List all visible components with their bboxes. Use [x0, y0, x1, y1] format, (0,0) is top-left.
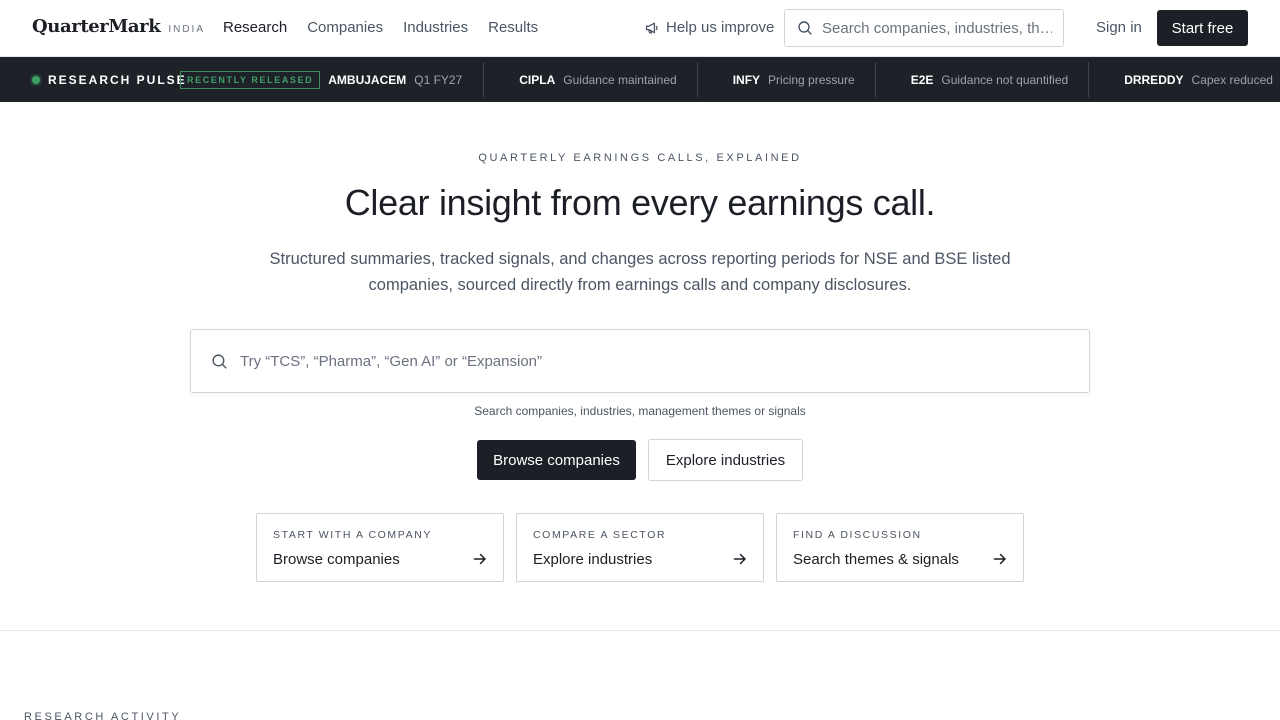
ticker-symbol: CIPLA: [519, 72, 556, 87]
hero-headline: Clear insight from every earnings call.: [344, 182, 936, 223]
card-explore-industries[interactable]: COMPARE A SECTOR Explore industries: [516, 513, 764, 582]
ticker-text: Pricing pressure: [768, 72, 855, 87]
ticker-item[interactable]: INFY Pricing pressure: [698, 57, 869, 102]
nav-search-input[interactable]: [822, 19, 1052, 37]
hero-eyebrow: QUARTERLY EARNINGS CALLS, EXPLAINED: [478, 152, 802, 164]
research-pulse-label: RESEARCH PULSE: [32, 57, 187, 102]
nav-link-research[interactable]: Research: [223, 19, 287, 36]
ticker-item[interactable]: CIPLA Guidance maintained: [484, 57, 690, 102]
ticker-text: Q1 FY27: [414, 72, 463, 87]
megaphone-icon: [645, 22, 658, 34]
card-eyebrow: COMPARE A SECTOR: [533, 529, 667, 541]
card-title: Search themes & signals: [793, 551, 959, 568]
research-pulse-ticker: RESEARCH PULSE RECENTLY RELEASED AMBUJAC…: [0, 57, 1280, 102]
search-icon: [798, 21, 812, 35]
start-free-button[interactable]: Start free: [1157, 10, 1248, 46]
hero-subtitle: Structured summaries, tracked signals, a…: [269, 250, 1011, 294]
arrow-right-icon: [733, 553, 746, 565]
primary-nav: Research Companies Industries Results: [223, 19, 538, 36]
research-activity-heading: RESEARCH ACTIVITY: [24, 711, 182, 720]
hero-search-input[interactable]: [240, 352, 1060, 370]
browse-companies-button[interactable]: Browse companies: [477, 440, 636, 480]
ticker-symbol: AMBUJACEM: [328, 72, 407, 87]
ticker-track: RECENTLY RELEASED AMBUJACEM Q1 FY27 CIPL…: [180, 57, 1280, 102]
sign-in-link[interactable]: Sign in: [1096, 19, 1142, 36]
ticker-symbol: E2E: [910, 72, 934, 87]
card-eyebrow: START WITH A COMPANY: [273, 529, 432, 541]
section-divider: [0, 630, 1280, 631]
help-us-improve-button[interactable]: Help us improve: [644, 19, 774, 36]
help-label: Help us improve: [666, 19, 775, 36]
search-icon: [212, 353, 227, 369]
card-title: Browse companies: [273, 551, 400, 568]
recently-released-badge: RECENTLY RELEASED: [180, 70, 321, 89]
ticker-item[interactable]: E2E Guidance not quantified: [876, 57, 1082, 102]
top-nav: QuarterMark INDIA Research Companies Ind…: [0, 0, 1280, 57]
nav-link-companies[interactable]: Companies: [307, 19, 383, 36]
nav-link-industries[interactable]: Industries: [403, 19, 468, 36]
logo[interactable]: QuarterMark INDIA: [32, 16, 205, 37]
explore-industries-button[interactable]: Explore industries: [648, 439, 803, 481]
ticker-symbol: DRREDDY: [1124, 72, 1184, 87]
hero-search-box: [190, 329, 1090, 393]
ticker-text: Guidance not quantified: [941, 72, 1069, 87]
search-hint: Search companies, industries, management…: [474, 404, 806, 418]
ticker-item[interactable]: AMBUJACEM Q1 FY27: [328, 57, 476, 102]
arrow-right-icon: [473, 553, 486, 565]
nav-search-box: [784, 9, 1064, 47]
ticker-text: Capex reduced: [1191, 72, 1273, 87]
pulse-label-text: RESEARCH PULSE: [48, 72, 187, 87]
logo-name: QuarterMark: [32, 16, 161, 37]
nav-link-results[interactable]: Results: [488, 19, 538, 36]
arrow-right-icon: [993, 553, 1006, 565]
ticker-text: Guidance maintained: [563, 72, 677, 87]
card-eyebrow: FIND A DISCUSSION: [793, 529, 922, 541]
ticker-symbol: INFY: [732, 72, 761, 87]
logo-suffix: INDIA: [168, 24, 205, 35]
ticker-item[interactable]: DRREDDY Capex reduced: [1089, 57, 1280, 102]
card-search-themes[interactable]: FIND A DISCUSSION Search themes & signal…: [776, 513, 1024, 582]
pulse-dot-icon: [32, 75, 40, 84]
card-browse-companies[interactable]: START WITH A COMPANY Browse companies: [256, 513, 504, 582]
card-title: Explore industries: [533, 551, 653, 568]
